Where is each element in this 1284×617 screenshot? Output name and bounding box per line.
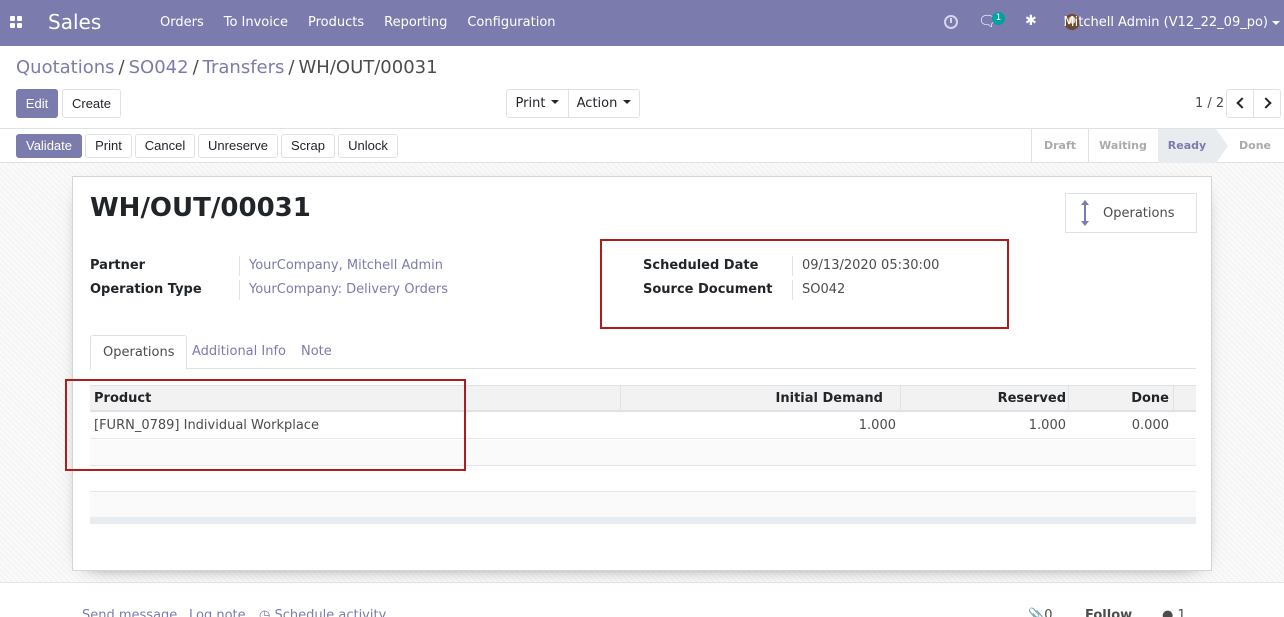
breadcrumb: Quotations / SO042/Transfers / WH/OUT/00031 [16,57,438,78]
print-button[interactable]: Print [85,134,132,158]
unlock-button[interactable]: Unlock [338,134,398,158]
action-caret-icon [623,100,632,104]
create-button[interactable]: Create [62,89,121,118]
follow-button[interactable]: Follow [1085,608,1132,617]
form-sheet: WH/OUT/00031 Operations Partner YourComp… [72,176,1212,571]
top-navbar: Sales Orders To Invoice Products Reporti… [0,0,1284,46]
column-initial-demand[interactable]: Initial Demand [776,386,883,411]
user-menu-caret-icon[interactable] [1272,21,1280,25]
partner-label: Partner [90,258,146,273]
attachments-button[interactable]: 📎0 [1028,608,1052,617]
table-footer [90,517,1196,524]
main-menu: Orders To Invoice Products Reporting Con… [150,0,566,46]
tab-operations[interactable]: Operations [90,335,188,370]
menu-reporting[interactable]: Reporting [374,0,457,46]
stage-draft[interactable]: Draft [1032,129,1088,163]
log-note-button[interactable]: Log note [189,608,246,617]
menu-to-invoice[interactable]: To Invoice [214,0,298,46]
menu-orders[interactable]: Orders [150,0,214,46]
highlight-box-dates [600,239,1009,329]
pager-previous-button[interactable] [1226,89,1254,118]
tab-additional-info[interactable]: Additional Info [180,335,298,369]
print-dropdown-label: Print [515,96,546,111]
menu-configuration[interactable]: Configuration [457,0,565,46]
pager-value[interactable]: 1 / 2 [1195,96,1224,111]
user-icon: ● [1162,608,1178,617]
statusbar: Validate Print Cancel Unreserve Scrap Un… [0,128,1284,163]
user-menu[interactable]: Mitchell Admin (V12_22_09_po) [1063,0,1268,46]
column-done[interactable]: Done [1131,386,1169,411]
partner-value[interactable]: YourCompany, Mitchell Admin [249,258,443,273]
cell-reserved[interactable]: 1.000 [1029,413,1066,439]
send-message-button[interactable]: Send message [82,608,177,617]
cell-done[interactable]: 0.000 [1132,413,1169,439]
form-tabs: Operations Additional Info Note [90,335,1196,370]
cell-initial-demand[interactable]: 1.000 [859,413,896,439]
column-reserved[interactable]: Reserved [998,386,1066,411]
followers-count: 1 [1177,608,1186,617]
unreserve-button[interactable]: Unreserve [198,134,278,158]
chevron-right-icon [1259,97,1272,109]
stage-waiting[interactable]: Waiting [1089,129,1157,163]
record-title: WH/OUT/00031 [90,193,311,223]
stage-done[interactable]: Done [1228,129,1282,163]
edit-button[interactable]: Edit [16,89,58,118]
validate-button[interactable]: Validate [16,134,82,158]
clock-icon: ◷ [259,608,275,617]
breadcrumb-so042[interactable]: SO042 [129,57,189,78]
cancel-button[interactable]: Cancel [135,134,195,158]
app-name: Sales [48,10,102,34]
attachments-count: 0 [1044,608,1053,617]
print-dropdown[interactable]: Print [506,89,569,118]
breadcrumb-current: WH/OUT/00031 [298,57,438,78]
operation-type-value[interactable]: YourCompany: Delivery Orders [249,282,448,297]
stage-ready[interactable]: Ready [1158,129,1228,163]
debug-bug-icon[interactable]: ✱ [1025,13,1037,29]
arrows-vertical-icon [1081,200,1089,226]
menu-products[interactable]: Products [298,0,374,46]
apps-menu-icon[interactable] [10,16,22,28]
chatter-topbar: Send message Log note ◷ Schedule activit… [0,600,1284,617]
activity-clock-icon[interactable] [944,15,958,29]
schedule-activity-button[interactable]: ◷ Schedule activity [259,608,386,617]
operation-type-label: Operation Type [90,282,202,297]
schedule-activity-label: Schedule activity [274,608,387,617]
action-dropdown-label: Action [576,96,618,111]
chevron-left-icon [1235,97,1248,109]
empty-row [90,492,1196,518]
chat-counter-badge: 1 [992,12,1005,25]
followers-button[interactable]: ● 1 [1162,608,1186,617]
scrap-button[interactable]: Scrap [281,134,335,158]
operations-smart-button[interactable]: Operations [1065,193,1197,233]
operations-smart-button-label: Operations [1103,206,1175,221]
tab-note[interactable]: Note [289,335,344,369]
breadcrumb-transfers[interactable]: Transfers [203,57,285,78]
breadcrumb-quotations[interactable]: Quotations [16,57,115,78]
print-caret-icon [551,100,560,104]
paperclip-icon: 📎 [1028,608,1045,617]
action-dropdown[interactable]: Action [568,89,640,118]
pager-next-button[interactable] [1253,89,1281,118]
highlight-box-product [65,379,466,471]
